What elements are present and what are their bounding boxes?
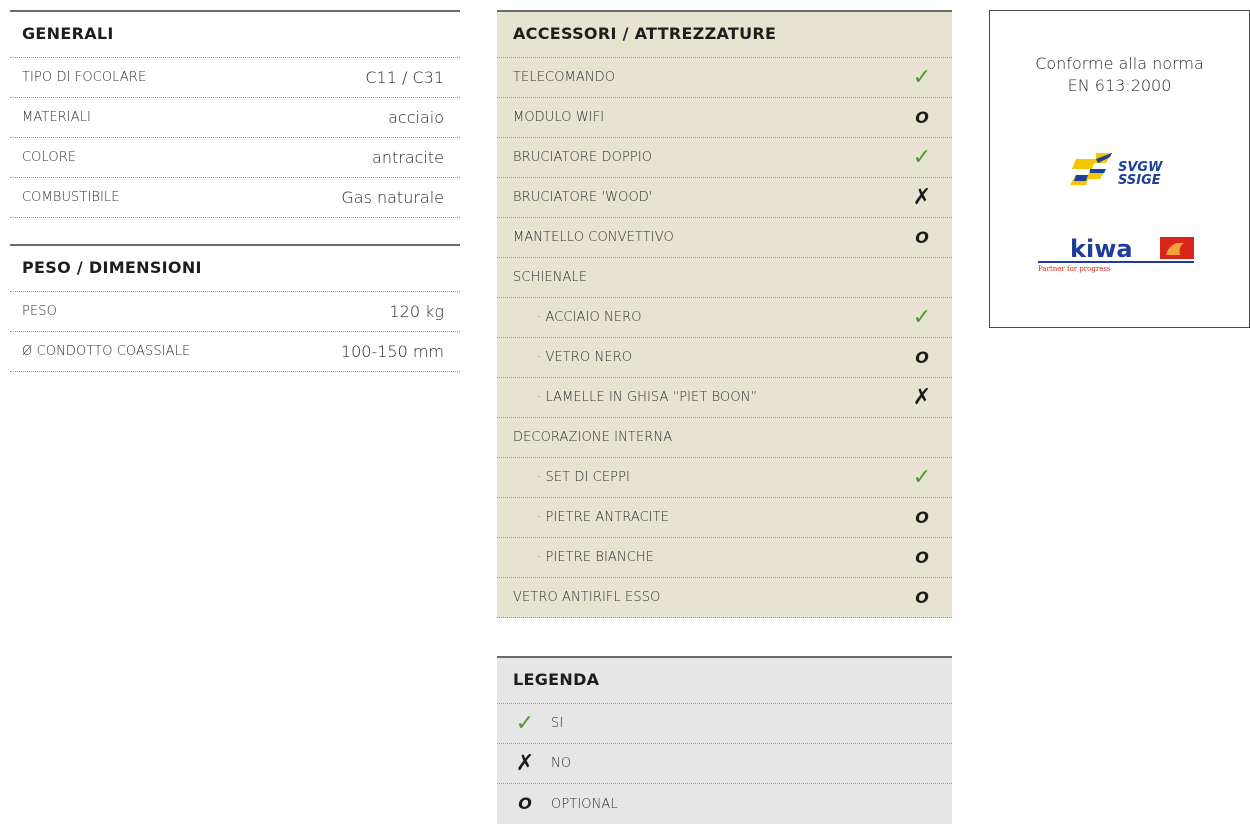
optional-icon: O	[915, 227, 929, 247]
row-label: BRUCIATORE 'WOOD'	[513, 190, 653, 205]
table-row: PESO 120 kg	[10, 292, 460, 332]
row-label: · VETRO NERO	[537, 350, 633, 365]
peso-dimensioni-panel: PESO / DIMENSIONI PESO 120 kg Ø CONDOTTO…	[10, 244, 460, 372]
row-label: BRUCIATORE DOPPIO	[513, 150, 653, 165]
table-row: · SET DI CEPPI ✓	[497, 458, 952, 498]
legenda-title: LEGENDA	[497, 656, 952, 704]
certification-line-2: EN 613:2000	[1067, 76, 1172, 95]
row-label: SCHIENALE	[513, 270, 588, 285]
row-label: DECORAZIONE INTERNA	[513, 430, 673, 445]
peso-title: PESO / DIMENSIONI	[10, 244, 460, 292]
table-row-group: SCHIENALE	[497, 258, 952, 298]
row-label: · PIETRE BIANCHE	[537, 550, 655, 565]
svg-text:SSIGE: SSIGE	[1118, 173, 1161, 188]
row-value: 120 kg	[389, 302, 445, 321]
table-row: BRUCIATORE DOPPIO ✓	[497, 138, 952, 178]
row-label: Ø CONDOTTO COASSIALE	[22, 344, 191, 359]
row-label: · LAMELLE IN GHISA “PIET BOON”	[537, 390, 758, 405]
table-row: MODULO WIFI O	[497, 98, 952, 138]
table-row: MATERIALI acciaio	[10, 98, 460, 138]
check-icon: ✓	[515, 710, 535, 736]
row-label: TELECOMANDO	[513, 70, 616, 85]
check-icon: ✓	[912, 464, 932, 490]
row-value: acciaio	[388, 108, 444, 127]
table-row: VETRO ANTIRIFL ESSO O	[497, 578, 952, 618]
table-row: · PIETRE ANTRACITE O	[497, 498, 952, 538]
accessori-panel: ACCESSORI / ATTREZZATURE TELECOMANDO ✓ M…	[497, 10, 952, 618]
legend-item: O OPTIONAL	[497, 784, 952, 824]
row-label: TIPO DI FOCOLARE	[22, 70, 147, 85]
check-icon: ✓	[912, 64, 932, 90]
row-value: antracite	[372, 148, 444, 167]
optional-icon: O	[915, 587, 929, 607]
generali-title: GENERALI	[10, 10, 460, 58]
table-row: · ACCIAIO NERO ✓	[497, 298, 952, 338]
table-row: TELECOMANDO ✓	[497, 58, 952, 98]
table-row: · VETRO NERO O	[497, 338, 952, 378]
check-icon: ✓	[912, 304, 932, 330]
table-row: COMBUSTIBILE Gas naturale	[10, 178, 460, 218]
certification-box: Conforme alla norma EN 613:2000 SVGW SSI…	[989, 10, 1250, 328]
row-value: C11 / C31	[365, 68, 444, 87]
row-value: Gas naturale	[341, 188, 444, 207]
table-row: COLORE antracite	[10, 138, 460, 178]
table-row: BRUCIATORE 'WOOD' ✗	[497, 178, 952, 218]
accessori-title: ACCESSORI / ATTREZZATURE	[497, 10, 952, 58]
svg-text:kiwa: kiwa	[1070, 235, 1133, 263]
cross-icon: ✗	[912, 184, 932, 210]
legend-item: ✗ NO	[497, 744, 952, 784]
optional-icon: O	[915, 507, 929, 527]
optional-icon: O	[915, 107, 929, 127]
legend-label: OPTIONAL	[551, 796, 618, 812]
cross-icon: ✗	[515, 750, 535, 776]
cross-icon: ✗	[912, 384, 932, 410]
table-row: Ø CONDOTTO COASSIALE 100-150 mm	[10, 332, 460, 372]
row-label: · PIETRE ANTRACITE	[537, 510, 670, 525]
row-label: VETRO ANTIRIFL ESSO	[513, 590, 661, 605]
row-label: · ACCIAIO NERO	[537, 310, 642, 325]
table-row: TIPO DI FOCOLARE C11 / C31	[10, 58, 460, 98]
legend-label: SI	[551, 716, 564, 731]
row-label: MODULO WIFI	[513, 110, 605, 125]
optional-icon: O	[518, 794, 532, 813]
svgw-ssige-logo: SVGW SSIGE	[1070, 153, 1163, 188]
certification-line-1: Conforme alla norma	[1035, 54, 1204, 73]
row-label: COLORE	[22, 150, 77, 165]
row-label: · SET DI CEPPI	[537, 470, 630, 485]
certification-text: Conforme alla norma EN 613:2000	[990, 53, 1249, 97]
optional-icon: O	[915, 547, 929, 567]
table-row: · PIETRE BIANCHE O	[497, 538, 952, 578]
row-value: 100-150 mm	[340, 342, 444, 361]
svg-text:Partner for progress: Partner for progress	[1038, 265, 1111, 273]
legend-item: ✓ SI	[497, 704, 952, 744]
table-row: · LAMELLE IN GHISA “PIET BOON” ✗	[497, 378, 952, 418]
kiwa-logo: kiwa Partner for progress	[1038, 235, 1194, 273]
legenda-panel: LEGENDA ✓ SI ✗ NO O OPTIONAL	[497, 656, 952, 824]
row-label: MATERIALI	[22, 110, 91, 125]
row-label: PESO	[22, 304, 57, 319]
row-label: MANTELLO CONVETTIVO	[513, 230, 674, 245]
table-row-group: DECORAZIONE INTERNA	[497, 418, 952, 458]
legend-label: NO	[551, 756, 572, 771]
check-icon: ✓	[912, 144, 932, 170]
optional-icon: O	[915, 347, 929, 367]
row-label: COMBUSTIBILE	[22, 190, 120, 205]
table-row: MANTELLO CONVETTIVO O	[497, 218, 952, 258]
generali-panel: GENERALI TIPO DI FOCOLARE C11 / C31 MATE…	[10, 10, 460, 218]
